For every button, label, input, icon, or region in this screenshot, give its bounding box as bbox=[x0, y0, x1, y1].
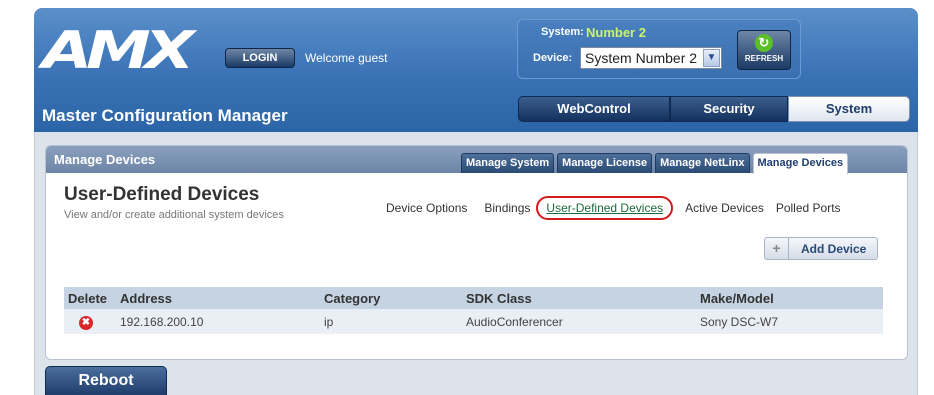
add-device-button[interactable]: + Add Device bbox=[764, 237, 878, 260]
category-cell: ip bbox=[320, 309, 462, 334]
col-make-model: Make/Model bbox=[696, 287, 883, 309]
welcome-text: Welcome guest bbox=[305, 51, 388, 65]
col-category: Category bbox=[320, 287, 462, 309]
table-row: ✖ 192.168.200.10 ip AudioConferencer Son… bbox=[64, 309, 883, 334]
col-delete: Delete bbox=[64, 287, 116, 309]
sdk-class-cell: AudioConferencer bbox=[462, 309, 696, 334]
refresh-icon: ↻ bbox=[755, 34, 773, 52]
link-polled-ports[interactable]: Polled Ports bbox=[776, 201, 841, 220]
chevron-down-icon[interactable]: ▼ bbox=[703, 49, 720, 67]
devices-table: Delete Address Category SDK Class Make/M… bbox=[64, 287, 883, 334]
app-title: Master Configuration Manager bbox=[42, 106, 288, 125]
main-nav: WebControl Security System bbox=[518, 96, 910, 122]
device-label: Device: bbox=[533, 52, 573, 64]
col-sdk-class: SDK Class bbox=[462, 287, 696, 309]
panel-title-bar: Manage Devices Manage System Manage Lice… bbox=[46, 146, 907, 174]
table-header-row: Delete Address Category SDK Class Make/M… bbox=[64, 287, 883, 309]
delete-icon[interactable]: ✖ bbox=[79, 315, 93, 330]
page-heading: User-Defined Devices bbox=[64, 184, 260, 205]
reboot-button[interactable]: Reboot bbox=[45, 366, 167, 395]
add-device-label: Add Device bbox=[801, 242, 867, 256]
device-links: Device Options Bindings User-Defined Dev… bbox=[386, 196, 853, 220]
system-label: System: bbox=[541, 26, 584, 38]
refresh-label: REFRESH bbox=[744, 54, 784, 63]
amx-logo: AMX bbox=[42, 21, 195, 81]
delete-cell: ✖ bbox=[64, 309, 116, 334]
tab-manage-system[interactable]: Manage System bbox=[461, 153, 555, 173]
col-address: Address bbox=[116, 287, 320, 309]
nav-system[interactable]: System bbox=[788, 96, 910, 122]
link-active-devices[interactable]: Active Devices bbox=[685, 201, 764, 220]
make-model-cell: Sony DSC-W7 bbox=[696, 309, 883, 334]
system-value: Number 2 bbox=[586, 25, 646, 40]
address-cell: 192.168.200.10 bbox=[116, 309, 320, 334]
panel-title: Manage Devices bbox=[54, 152, 156, 167]
tab-manage-devices[interactable]: Manage Devices bbox=[752, 153, 849, 174]
login-button[interactable]: LOGIN bbox=[225, 48, 295, 68]
nav-security[interactable]: Security bbox=[670, 96, 788, 122]
sub-tabs: Manage System Manage License Manage NetL… bbox=[461, 153, 849, 174]
link-device-options[interactable]: Device Options bbox=[386, 201, 467, 220]
nav-webcontrol[interactable]: WebControl bbox=[518, 96, 670, 122]
plus-icon: + bbox=[765, 238, 789, 259]
tab-manage-netlinx[interactable]: Manage NetLinx bbox=[655, 153, 750, 173]
manage-devices-panel: Manage Devices Manage System Manage Lice… bbox=[45, 145, 908, 360]
tab-manage-license[interactable]: Manage License bbox=[557, 153, 653, 173]
link-user-defined-devices[interactable]: User-Defined Devices bbox=[536, 196, 674, 220]
device-select[interactable]: System Number 2 ▼ bbox=[580, 47, 722, 69]
page-subtitle: View and/or create additional system dev… bbox=[64, 209, 284, 221]
device-select-value: System Number 2 bbox=[585, 50, 698, 66]
refresh-button[interactable]: ↻ REFRESH bbox=[737, 30, 791, 70]
link-bindings[interactable]: Bindings bbox=[484, 201, 530, 220]
